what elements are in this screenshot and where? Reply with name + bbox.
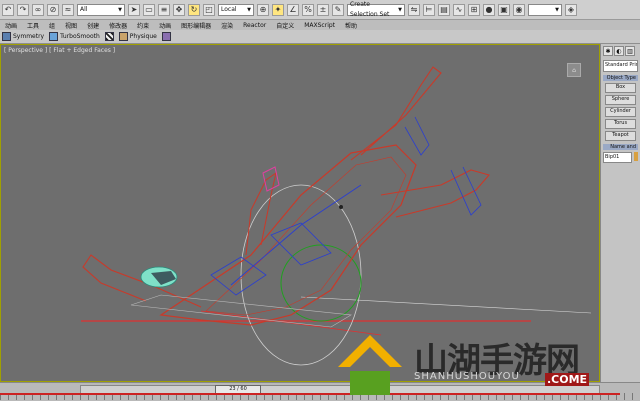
- object-color-swatch[interactable]: [634, 152, 638, 161]
- biped-icon: [161, 32, 171, 41]
- object-type-rollout[interactable]: Object Type: [603, 75, 638, 81]
- hierarchy-tab-icon[interactable]: ▥: [625, 46, 635, 56]
- torus-button[interactable]: Torus: [605, 119, 636, 129]
- menu-item[interactable]: 创建: [84, 21, 102, 30]
- percent-snap-icon[interactable]: %: [302, 3, 314, 16]
- edit-named-selection-icon[interactable]: ✎: [332, 3, 344, 16]
- unlink-icon[interactable]: ⊘: [47, 3, 59, 16]
- layer-icon[interactable]: ▤: [438, 3, 450, 16]
- pivot-icon[interactable]: ⊕: [257, 3, 269, 16]
- watermark-logo-icon: [338, 335, 402, 395]
- sphere-button[interactable]: Sphere: [605, 95, 636, 105]
- move-icon[interactable]: ✥: [173, 3, 185, 16]
- create-tab-icon[interactable]: ✱: [603, 46, 613, 56]
- cylinder-button[interactable]: Cylinder: [605, 107, 636, 117]
- menu-item[interactable]: 图形编辑器: [178, 21, 214, 30]
- biped-button[interactable]: [161, 32, 171, 41]
- render-icon[interactable]: ◉: [513, 3, 525, 16]
- symmetry-icon: [2, 32, 11, 41]
- menu-item[interactable]: 视图: [62, 21, 80, 30]
- menu-item[interactable]: 约束: [134, 21, 152, 30]
- menu-item[interactable]: 组: [46, 21, 58, 30]
- box-button[interactable]: Box: [605, 83, 636, 93]
- physique-icon: [118, 32, 128, 41]
- menu-item[interactable]: 动画: [156, 21, 174, 30]
- reference-coord-dropdown[interactable]: Local ▼: [218, 3, 254, 16]
- menu-item[interactable]: MAXScript: [301, 22, 338, 29]
- select-icon[interactable]: ➤: [128, 3, 140, 16]
- command-panel-tabs: ✱ ◐ ▥: [601, 44, 640, 58]
- snap-icon[interactable]: ✦: [272, 3, 284, 16]
- modifier-bar: Symmetry TurboSmooth Physique: [0, 30, 640, 44]
- physique-button[interactable]: Physique: [118, 32, 157, 41]
- menu-item[interactable]: 工具: [24, 21, 42, 30]
- main-toolbar: ↶ ↷ ∞ ⊘ ≈ All ▼ ➤ ▭ ≡ ✥ ↻ ◰ Local ▼ ⊕ ✦ ∠ …: [0, 0, 640, 20]
- menu-item[interactable]: Reactor: [240, 22, 269, 29]
- checker-button[interactable]: [104, 32, 114, 41]
- watermark-pinyin: SHANHUSHOUYOU: [414, 371, 520, 382]
- menu-item[interactable]: 帮助: [342, 21, 360, 30]
- render-setup-icon[interactable]: ▣: [498, 3, 510, 16]
- selection-filter-dropdown[interactable]: All ▼: [77, 3, 125, 16]
- undo-icon[interactable]: ↶: [2, 3, 14, 16]
- bind-icon[interactable]: ≈: [62, 3, 74, 16]
- menu-item[interactable]: 动画: [2, 21, 20, 30]
- material-editor-icon[interactable]: ●: [483, 3, 495, 16]
- scale-icon[interactable]: ◰: [203, 3, 215, 16]
- name-row: Bip01: [601, 152, 640, 163]
- name-color-rollout[interactable]: Name and Color: [603, 144, 638, 150]
- turbosmooth-icon: [49, 32, 59, 41]
- menu-item[interactable]: 渲染: [218, 21, 236, 30]
- rotate-icon[interactable]: ↻: [188, 3, 200, 16]
- angle-snap-icon[interactable]: ∠: [287, 3, 299, 16]
- turbosmooth-button[interactable]: TurboSmooth: [49, 32, 100, 41]
- watermark-domain: .COME: [545, 373, 590, 386]
- object-name-field[interactable]: Bip01: [603, 152, 632, 163]
- select-by-name-icon[interactable]: ≡: [158, 3, 170, 16]
- select-region-icon[interactable]: ▭: [143, 3, 155, 16]
- render-preset-dropdown[interactable]: ▼: [528, 3, 562, 16]
- watermark: 山湖手游网 SHANHUSHOUYOU .COME: [328, 325, 640, 400]
- mirror-icon[interactable]: ⇋: [408, 3, 420, 16]
- symmetry-button[interactable]: Symmetry: [2, 32, 44, 41]
- named-selection-set-dropdown[interactable]: Create Selection Set ▼: [347, 1, 405, 18]
- menu-bar: 动画 工具 组 视图 创建 修改器 约束 动画 图形编辑器 渲染 Reactor…: [0, 20, 640, 30]
- quick-render-icon[interactable]: ◈: [565, 3, 577, 16]
- checker-icon: [104, 32, 114, 41]
- modify-tab-icon[interactable]: ◐: [614, 46, 624, 56]
- curve-editor-icon[interactable]: ∿: [453, 3, 465, 16]
- menu-item[interactable]: 自定义: [273, 21, 297, 30]
- align-icon[interactable]: ⊨: [423, 3, 435, 16]
- schematic-icon[interactable]: ⊞: [468, 3, 480, 16]
- menu-item[interactable]: 修改器: [106, 21, 130, 30]
- link-icon[interactable]: ∞: [32, 3, 44, 16]
- teapot-button[interactable]: Teapot: [605, 131, 636, 141]
- redo-icon[interactable]: ↷: [17, 3, 29, 16]
- spinner-snap-icon[interactable]: ±: [317, 3, 329, 16]
- primitive-category-dropdown[interactable]: Standard Primitives: [603, 60, 638, 72]
